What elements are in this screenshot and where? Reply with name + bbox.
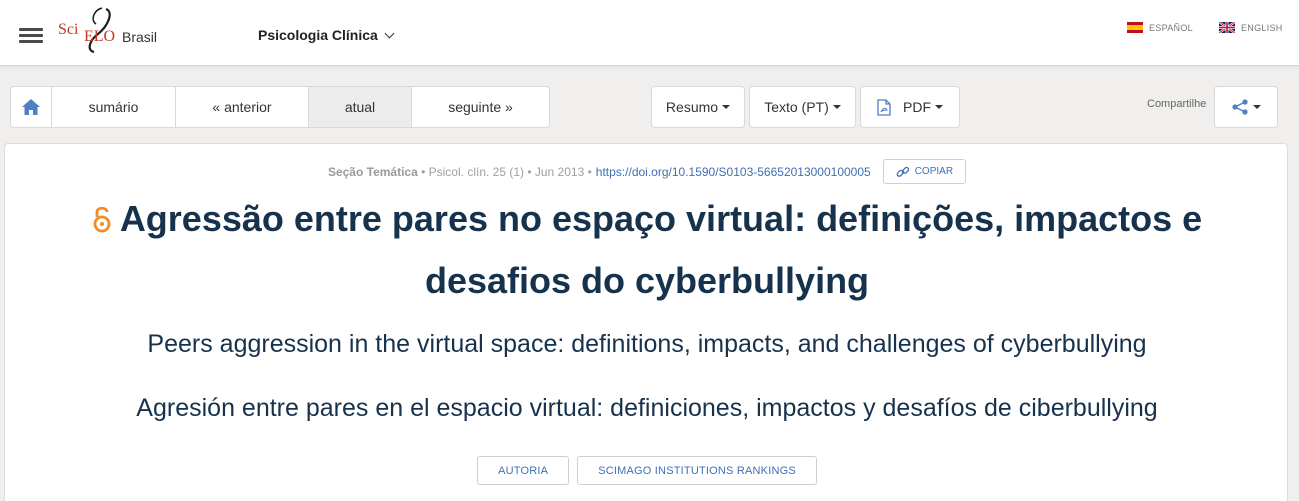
article-title: Agressão entre pares no espaço virtual: … — [65, 188, 1229, 312]
citation-info: • Psicol. clín. 25 (1) • Jun 2013 • — [417, 164, 592, 179]
chevron-down-icon — [384, 28, 395, 39]
caret-down-icon — [935, 105, 943, 109]
sumario-link[interactable]: sumário — [52, 87, 176, 127]
article-card: Seção Temática • Psicol. clín. 25 (1) • … — [4, 143, 1288, 501]
menu-icon[interactable] — [19, 28, 43, 46]
share-icon — [1232, 99, 1248, 115]
logo-sci-text: Sci — [58, 21, 79, 38]
doi-link[interactable]: https://doi.org/10.1590/S0103-5665201300… — [596, 165, 871, 179]
open-access-icon — [93, 206, 111, 233]
section-name: Seção Temática — [327, 164, 418, 179]
texto-label: Texto (PT) — [764, 99, 829, 115]
copy-doi-button[interactable]: COPIAR — [882, 159, 967, 184]
title-english: Peers aggression in the virtual space: d… — [147, 330, 1147, 358]
uk-flag-icon — [1219, 22, 1235, 33]
texto-dropdown[interactable]: Texto (PT) — [749, 86, 856, 128]
issue-navigation: sumário « anterior atual seguinte » — [10, 86, 550, 128]
share-label: Compartilhe — [1147, 98, 1207, 110]
caret-down-icon — [1253, 105, 1261, 109]
logo-elo-text: ELO — [84, 28, 116, 45]
title-text: Agressão entre pares no espaço virtual: … — [119, 198, 1203, 301]
resumo-label: Resumo — [665, 99, 719, 115]
current-link: atual — [309, 87, 412, 127]
language-espanol-label: ESPAÑOL — [1149, 22, 1193, 33]
home-button[interactable] — [11, 87, 52, 127]
copy-label: COPIAR — [914, 166, 954, 177]
caret-down-icon — [722, 105, 731, 109]
share-dropdown[interactable] — [1214, 86, 1278, 128]
language-english[interactable]: ENGLISH — [1219, 22, 1283, 33]
language-english-label: ENGLISH — [1241, 22, 1283, 33]
pdf-icon — [877, 98, 891, 116]
autoria-button[interactable]: AUTORIA — [477, 456, 570, 485]
previous-link[interactable]: « anterior — [176, 87, 309, 127]
language-espanol[interactable]: ESPAÑOL — [1127, 22, 1193, 33]
pdf-dropdown[interactable]: PDF — [860, 86, 960, 128]
article-actions: AUTORIA SCIMAGO INSTITUTIONS RANKINGS — [5, 456, 1289, 485]
journal-name: Psicologia Clínica — [258, 27, 378, 43]
next-link[interactable]: seguinte » — [412, 87, 549, 127]
es-flag-icon — [1127, 22, 1143, 33]
resumo-dropdown[interactable]: Resumo — [651, 86, 745, 128]
scimago-button[interactable]: SCIMAGO INSTITUTIONS RANKINGS — [577, 456, 817, 485]
home-icon — [22, 99, 40, 115]
journal-dropdown[interactable]: Psicologia Clínica — [258, 27, 395, 43]
title-spanish: Agresión entre pares en el espacio virtu… — [136, 394, 1158, 422]
logo-country: Brasil — [122, 29, 158, 45]
pdf-label: PDF — [903, 99, 931, 115]
link-icon — [896, 166, 909, 177]
top-header: Sci ELO Brasil Psicologia Clínica ESPAÑO… — [0, 0, 1299, 66]
scielo-logo[interactable]: Sci ELO Brasil — [58, 6, 168, 56]
caret-down-icon — [832, 105, 841, 109]
article-metadata: Seção Temática • Psicol. clín. 25 (1) • … — [5, 159, 1289, 184]
